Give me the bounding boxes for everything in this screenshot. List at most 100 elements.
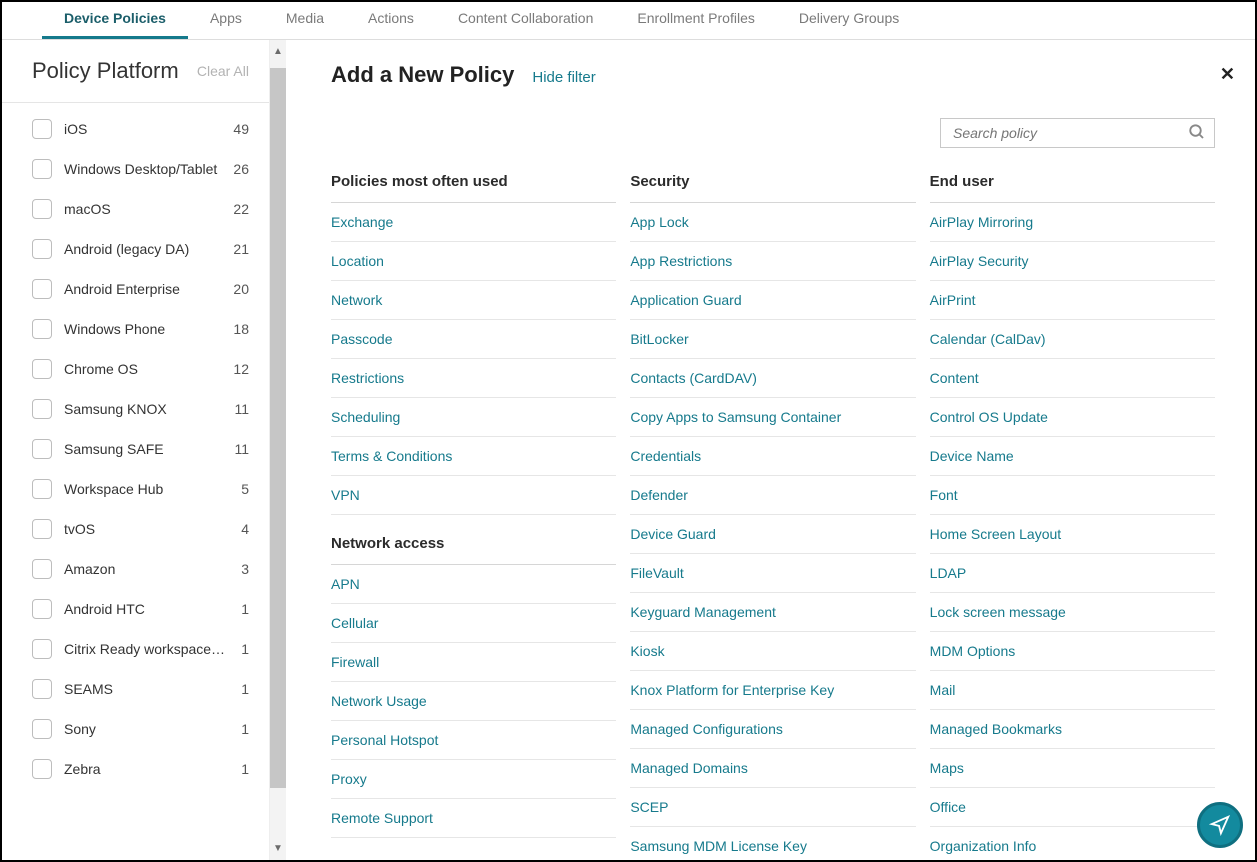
close-icon[interactable]: ✕ [1220, 64, 1235, 85]
platform-row[interactable]: Windows Desktop/Tablet26 [2, 149, 269, 189]
platform-checkbox[interactable] [32, 199, 52, 219]
platform-row[interactable]: tvOS4 [2, 509, 269, 549]
policy-link[interactable]: VPN [331, 476, 616, 515]
policy-link[interactable]: Application Guard [630, 281, 915, 320]
policy-link[interactable]: App Lock [630, 203, 915, 242]
policy-link[interactable]: Maps [930, 749, 1215, 788]
tab-enrollment-profiles[interactable]: Enrollment Profiles [615, 0, 777, 39]
scroll-down-icon[interactable]: ▼ [273, 843, 283, 854]
clear-all-link[interactable]: Clear All [197, 63, 249, 79]
policy-link[interactable]: Lock screen message [930, 593, 1215, 632]
tab-delivery-groups[interactable]: Delivery Groups [777, 0, 921, 39]
platform-checkbox[interactable] [32, 759, 52, 779]
policy-link[interactable]: Remote Support [331, 799, 616, 838]
platform-row[interactable]: Samsung SAFE11 [2, 429, 269, 469]
policy-link[interactable]: AirPrint [930, 281, 1215, 320]
policy-link[interactable]: Knox Platform for Enterprise Key [630, 671, 915, 710]
policy-link[interactable]: Personal Hotspot [331, 721, 616, 760]
policy-link[interactable]: Managed Bookmarks [930, 710, 1215, 749]
policy-link[interactable]: LDAP [930, 554, 1215, 593]
policy-link[interactable]: Network Usage [331, 682, 616, 721]
policy-link[interactable]: Organization Info [930, 827, 1215, 860]
platform-row[interactable]: macOS22 [2, 189, 269, 229]
policy-link[interactable]: Cellular [331, 604, 616, 643]
search-input[interactable] [953, 125, 1188, 141]
policy-link[interactable]: BitLocker [630, 320, 915, 359]
platform-checkbox[interactable] [32, 319, 52, 339]
platform-checkbox[interactable] [32, 479, 52, 499]
platform-row[interactable]: Zebra1 [2, 749, 269, 789]
policy-link[interactable]: Restrictions [331, 359, 616, 398]
search-icon[interactable] [1188, 123, 1206, 144]
policy-link[interactable]: Home Screen Layout [930, 515, 1215, 554]
policy-link[interactable]: Device Name [930, 437, 1215, 476]
platform-row[interactable]: iOS49 [2, 109, 269, 149]
policy-link[interactable]: AirPlay Mirroring [930, 203, 1215, 242]
scroll-thumb[interactable] [270, 68, 286, 788]
policy-link[interactable]: Control OS Update [930, 398, 1215, 437]
tab-actions[interactable]: Actions [346, 0, 436, 39]
policy-link[interactable]: Font [930, 476, 1215, 515]
policy-link[interactable]: Kiosk [630, 632, 915, 671]
platform-checkbox[interactable] [32, 399, 52, 419]
platform-checkbox[interactable] [32, 359, 52, 379]
platform-row[interactable]: Android Enterprise20 [2, 269, 269, 309]
tab-media[interactable]: Media [264, 0, 346, 39]
policy-link[interactable]: Device Guard [630, 515, 915, 554]
platform-checkbox[interactable] [32, 239, 52, 259]
policy-link[interactable]: Office [930, 788, 1215, 827]
policy-link[interactable]: FileVault [630, 554, 915, 593]
tab-content-collaboration[interactable]: Content Collaboration [436, 0, 615, 39]
platform-checkbox[interactable] [32, 559, 52, 579]
platform-checkbox[interactable] [32, 519, 52, 539]
scroll-up-icon[interactable]: ▲ [273, 46, 283, 57]
tab-device-policies[interactable]: Device Policies [42, 0, 188, 39]
policy-link[interactable]: Calendar (CalDav) [930, 320, 1215, 359]
platform-checkbox[interactable] [32, 159, 52, 179]
policy-link[interactable]: Contacts (CardDAV) [630, 359, 915, 398]
policy-link[interactable]: MDM Options [930, 632, 1215, 671]
policy-link[interactable]: AirPlay Security [930, 242, 1215, 281]
platform-row[interactable]: Windows Phone18 [2, 309, 269, 349]
hide-filter-link[interactable]: Hide filter [532, 69, 595, 86]
platform-checkbox[interactable] [32, 279, 52, 299]
policy-link[interactable]: Managed Domains [630, 749, 915, 788]
policy-link[interactable]: Location [331, 242, 616, 281]
policy-link[interactable]: Passcode [331, 320, 616, 359]
platform-checkbox[interactable] [32, 719, 52, 739]
policy-link[interactable]: Scheduling [331, 398, 616, 437]
platform-row[interactable]: Android (legacy DA)21 [2, 229, 269, 269]
policy-link[interactable]: SCEP [630, 788, 915, 827]
policy-link[interactable]: Content [930, 359, 1215, 398]
search-box[interactable] [940, 118, 1215, 148]
platform-row[interactable]: Chrome OS12 [2, 349, 269, 389]
navigation-fab[interactable] [1197, 802, 1243, 848]
platform-row[interactable]: Amazon3 [2, 549, 269, 589]
policy-link[interactable]: Proxy [331, 760, 616, 799]
platform-row[interactable]: Sony1 [2, 709, 269, 749]
policy-link[interactable]: Defender [630, 476, 915, 515]
platform-row[interactable]: SEAMS1 [2, 669, 269, 709]
policy-link[interactable]: Mail [930, 671, 1215, 710]
tab-apps[interactable]: Apps [188, 0, 264, 39]
policy-link[interactable]: Copy Apps to Samsung Container [630, 398, 915, 437]
platform-checkbox[interactable] [32, 119, 52, 139]
platform-row[interactable]: Samsung KNOX11 [2, 389, 269, 429]
platform-checkbox[interactable] [32, 439, 52, 459]
policy-link[interactable]: Managed Configurations [630, 710, 915, 749]
policy-link[interactable]: Exchange [331, 203, 616, 242]
platform-checkbox[interactable] [32, 639, 52, 659]
policy-link[interactable]: Keyguard Management [630, 593, 915, 632]
platform-checkbox[interactable] [32, 679, 52, 699]
policy-link[interactable]: Credentials [630, 437, 915, 476]
policy-link[interactable]: App Restrictions [630, 242, 915, 281]
platform-row[interactable]: Workspace Hub5 [2, 469, 269, 509]
sidebar-scrollbar[interactable]: ▲ ▼ [270, 40, 286, 860]
policy-link[interactable]: Network [331, 281, 616, 320]
policy-link[interactable]: APN [331, 565, 616, 604]
platform-row[interactable]: Citrix Ready workspace…1 [2, 629, 269, 669]
platform-checkbox[interactable] [32, 599, 52, 619]
policy-link[interactable]: Terms & Conditions [331, 437, 616, 476]
platform-row[interactable]: Android HTC1 [2, 589, 269, 629]
policy-link[interactable]: Firewall [331, 643, 616, 682]
